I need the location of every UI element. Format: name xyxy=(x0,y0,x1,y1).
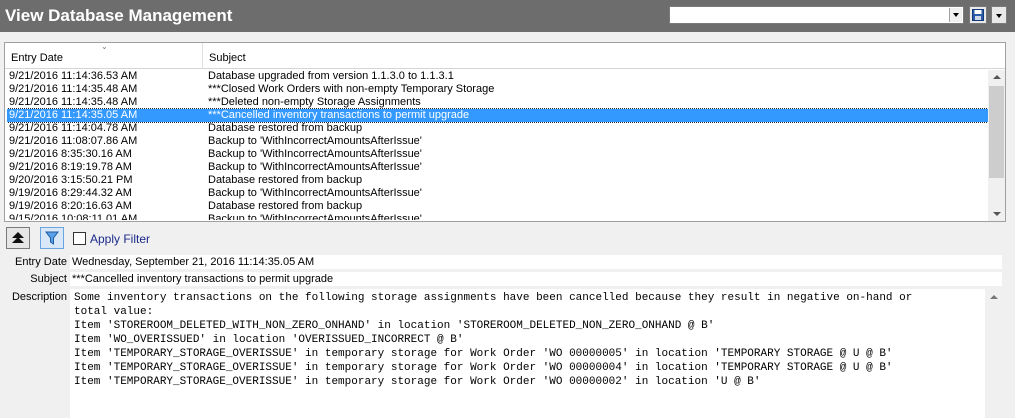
table-row[interactable]: 9/21/2016 11:14:04.78 AM Database restore… xyxy=(7,122,988,135)
cell-entry-date: 9/20/2016 3:15:50.21 PM xyxy=(9,174,133,186)
cell-entry-date: 9/21/2016 11:14:35.48 AM xyxy=(9,83,138,95)
table-row[interactable]: 9/15/2016 10:08:11.01 AM Backup to 'WithI… xyxy=(7,213,988,220)
view-selector-combo[interactable] xyxy=(669,6,964,24)
description-line: Some inventory transactions on the follo… xyxy=(74,292,913,304)
entry-date-field[interactable]: Wednesday, September 21, 2016 11:14:35.0… xyxy=(70,255,1002,269)
cell-subject: Database restored from backup xyxy=(208,122,363,134)
description-line: Item 'WO_OVERISSUED' in location 'OVERIS… xyxy=(74,334,464,346)
description-line: Item 'TEMPORARY_STORAGE_OVERISSUE' in te… xyxy=(74,376,761,388)
cell-entry-date: 9/15/2016 10:08:11.01 AM xyxy=(9,213,138,220)
scroll-down-icon[interactable] xyxy=(988,207,1005,221)
column-header-subject[interactable]: Subject xyxy=(203,43,989,69)
cell-entry-date: 9/21/2016 11:14:35.05 AM xyxy=(9,109,138,121)
cell-entry-date: 9/21/2016 11:08:07.86 AM xyxy=(9,135,138,147)
description-line: Item 'STOREROOM_DELETED_WITH_NON_ZERO_ON… xyxy=(74,320,715,332)
cell-entry-date: 9/21/2016 11:14:04.78 AM xyxy=(9,122,138,134)
cell-subject: Backup to 'WithIncorrectAmountsAfterIssu… xyxy=(208,213,422,220)
save-icon xyxy=(972,9,984,21)
table-row[interactable]: 9/21/2016 8:19:19.78 AM Backup to 'WithIn… xyxy=(7,161,988,174)
description-scrollbar[interactable] xyxy=(985,289,1002,418)
filter-button[interactable] xyxy=(40,227,64,249)
cell-subject: Backup to 'WithIncorrectAmountsAfterIssu… xyxy=(208,161,422,173)
cell-subject: ***Cancelled inventory transactions to p… xyxy=(208,109,470,121)
save-button[interactable] xyxy=(969,6,987,24)
cell-entry-date: 9/21/2016 8:19:19.78 AM xyxy=(9,161,132,173)
description-line: Item 'TEMPORARY_STORAGE_OVERISSUE' in te… xyxy=(74,348,893,360)
table-row[interactable]: 9/20/2016 3:15:50.21 PM Database restored… xyxy=(7,174,988,187)
table-row[interactable]: 9/21/2016 11:14:35.48 AM ***Closed Work O… xyxy=(7,83,988,96)
table-row[interactable]: 9/21/2016 11:14:36.53 AM Database upgrade… xyxy=(7,70,988,83)
cell-subject: Database restored from backup xyxy=(208,174,363,186)
subject-field[interactable]: ***Cancelled inventory transactions to p… xyxy=(70,272,1002,286)
scroll-thumb[interactable] xyxy=(989,86,1004,178)
cell-entry-date: 9/21/2016 8:35:30.16 AM xyxy=(9,148,132,160)
sort-indicator-icon: ⌄ xyxy=(101,42,108,51)
entry-date-label: Entry Date xyxy=(15,256,67,268)
history-grid: ⌄ Entry Date Subject 9/21/2016 11:14:36.… xyxy=(4,42,1006,222)
cell-entry-date: 9/21/2016 11:14:35.48 AM xyxy=(9,96,138,108)
description-label: Description xyxy=(11,291,67,303)
move-to-top-button[interactable] xyxy=(6,227,30,249)
description-line: total value: xyxy=(74,306,154,318)
description-text: Some inventory transactions on the follo… xyxy=(74,291,979,389)
subject-label: Subject xyxy=(30,273,67,285)
cell-subject: ***Deleted non-empty Storage Assignments xyxy=(208,96,421,108)
cell-entry-date: 9/21/2016 11:14:36.53 AM xyxy=(9,70,138,82)
description-line: Item 'TEMPORARY_STORAGE_OVERISSUE' in te… xyxy=(74,362,893,374)
dropdown-menu-button[interactable] xyxy=(991,6,1007,24)
table-row[interactable]: 9/19/2016 8:20:16.63 AM Database restored… xyxy=(7,200,988,213)
window-title: View Database Management xyxy=(5,6,233,25)
chevron-down-icon[interactable] xyxy=(949,8,962,22)
cell-subject: Backup to 'WithIncorrectAmountsAfterIssu… xyxy=(208,187,422,199)
column-header-label: Entry Date xyxy=(11,52,63,64)
cell-subject: ***Closed Work Orders with non-empty Tem… xyxy=(208,83,495,95)
grid-header: ⌄ Entry Date Subject xyxy=(5,43,1005,69)
move-to-top-icon xyxy=(12,232,24,243)
cell-subject: Database upgraded from version 1.1.3.0 t… xyxy=(208,70,454,82)
title-bar: View Database Management xyxy=(0,0,1015,32)
cell-entry-date: 9/19/2016 8:20:16.63 AM xyxy=(9,200,132,212)
filter-icon xyxy=(45,231,59,245)
cell-subject: Backup to 'WithIncorrectAmountsAfterIssu… xyxy=(208,135,422,147)
grid-rows: 9/21/2016 11:14:36.53 AM Database upgrade… xyxy=(7,70,988,220)
checkbox-box[interactable] xyxy=(73,232,86,245)
scroll-up-icon[interactable] xyxy=(988,70,1005,84)
cell-entry-date: 9/19/2016 8:29:44.32 AM xyxy=(9,187,132,199)
table-row[interactable]: 9/21/2016 11:14:35.05 AM ***Cancelled inv… xyxy=(7,108,988,123)
grid-scrollbar[interactable] xyxy=(988,70,1005,221)
table-row[interactable]: 9/21/2016 11:14:35.48 AM ***Deleted non-e… xyxy=(7,96,988,109)
cell-subject: Backup to 'WithIncorrectAmountsAfterIssu… xyxy=(208,148,422,160)
cell-subject: Database restored from backup xyxy=(208,200,363,212)
column-header-entry-date[interactable]: ⌄ Entry Date xyxy=(5,43,203,69)
description-field[interactable]: Some inventory transactions on the follo… xyxy=(70,289,1002,418)
table-row[interactable]: 9/21/2016 8:35:30.16 AM Backup to 'WithIn… xyxy=(7,148,988,161)
apply-filter-label: Apply Filter xyxy=(90,232,151,246)
table-row[interactable]: 9/21/2016 11:08:07.86 AM Backup to 'WithI… xyxy=(7,135,988,148)
table-row[interactable]: 9/19/2016 8:29:44.32 AM Backup to 'WithIn… xyxy=(7,187,988,200)
column-header-label: Subject xyxy=(209,52,246,64)
